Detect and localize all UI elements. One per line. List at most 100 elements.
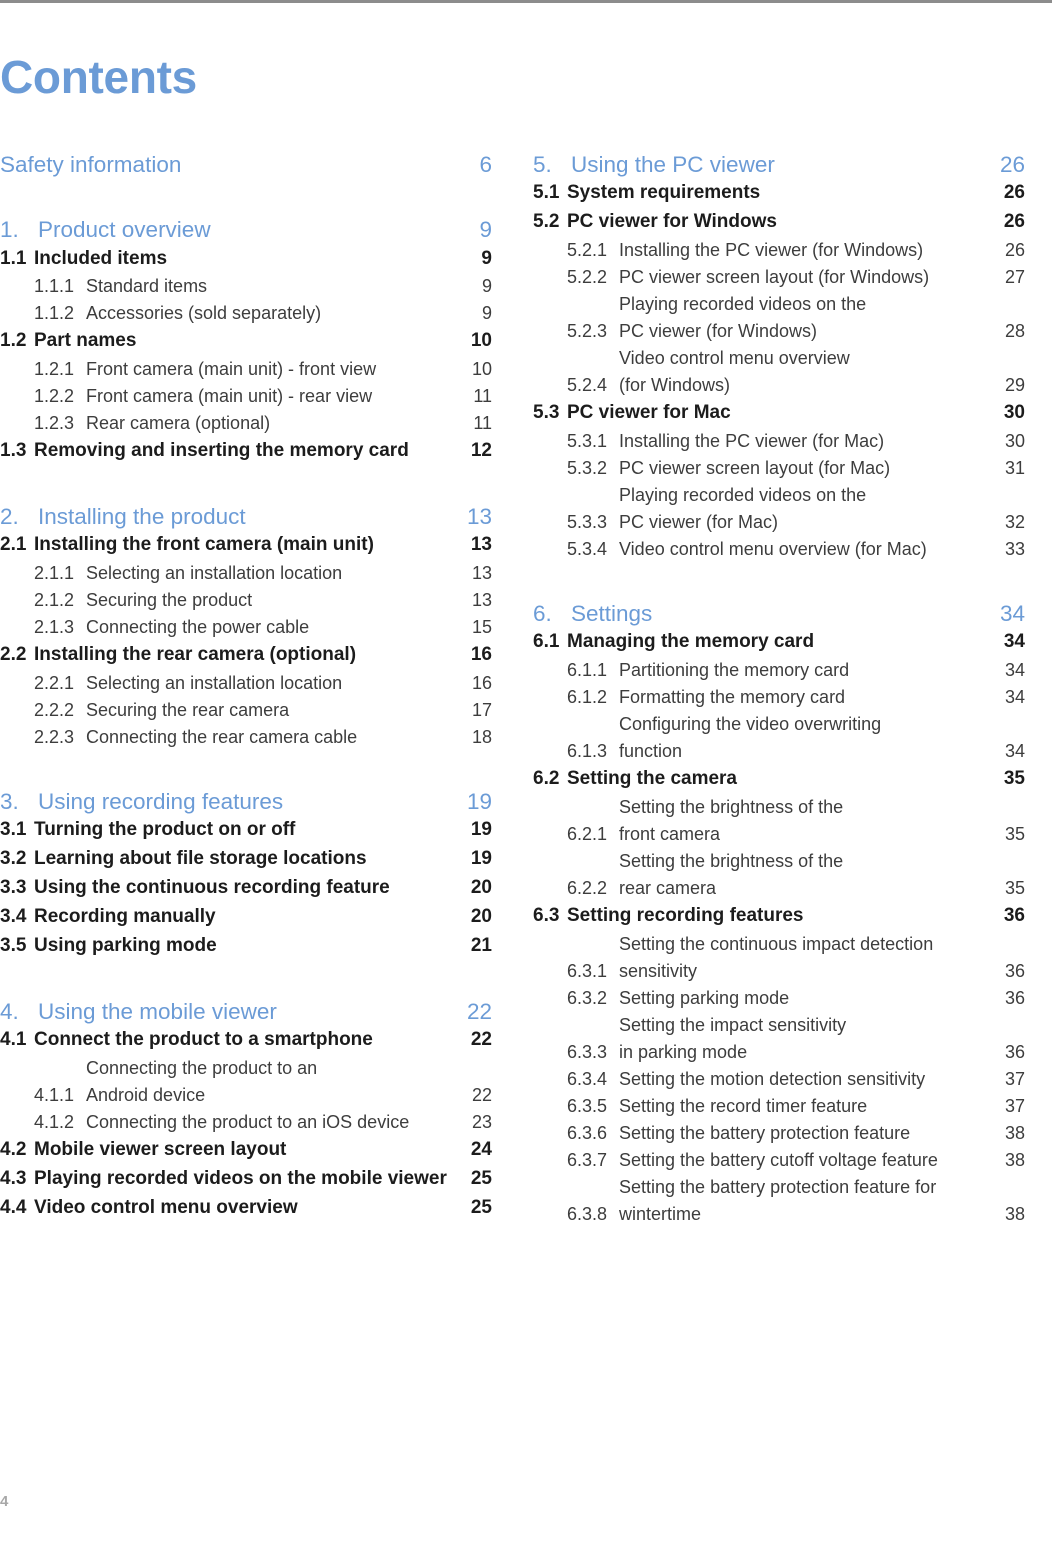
toc-entry-label: Securing the product xyxy=(86,587,466,614)
toc-entry-level-3[interactable]: 2.1.1 Selecting an installation location 1… xyxy=(0,560,492,587)
toc-entry-page-number: 29 xyxy=(1004,375,1025,395)
toc-entry-level-3[interactable]: 6.2.1 Setting the brightness of the front … xyxy=(533,794,1025,848)
toc-entry-label-line1: Formatting the memory card xyxy=(619,687,846,707)
toc-entry-level-3[interactable]: 6.3.5 Setting the record timer feature 37 xyxy=(533,1093,1025,1120)
toc-entry-level-3[interactable]: 1.2.1 Front camera (main unit) - front vi… xyxy=(0,356,492,383)
toc-entry-page-number: 38 xyxy=(1004,1203,1025,1224)
toc-entry-level-2[interactable]: 1.2 Part names 10 xyxy=(0,327,492,356)
toc-entry-number: 5.2.2 xyxy=(567,267,608,287)
toc-entry-label-line1: Configuring the video overwriting xyxy=(619,714,882,734)
toc-entry-level-1[interactable]: 4. Using the mobile viewer 22 xyxy=(0,997,492,1026)
toc-entry-level-2[interactable]: 3.5 Using parking mode 21 xyxy=(0,932,492,961)
toc-entry-page-number: 36 xyxy=(1004,1041,1025,1062)
toc-entry-page-number: 21 xyxy=(470,934,492,956)
toc-entry-label: Setting the brightness of the front camer… xyxy=(619,794,999,848)
toc-entry-level-3[interactable]: 2.2.3 Connecting the rear camera cable 18 xyxy=(0,724,492,751)
toc-entry-label: PC viewer screen layout (for Windows) xyxy=(619,264,999,291)
toc-entry-number: 1.2.2 xyxy=(34,386,75,407)
toc-entry-level-1[interactable]: 6. Settings 34 xyxy=(533,599,1025,628)
toc-entry-level-2[interactable]: 1.1 Included items 9 xyxy=(0,245,492,274)
toc-entry-label-line1: Setting the brightness of the xyxy=(619,796,844,817)
toc-entry-number: 4.1.2 xyxy=(34,1111,75,1132)
toc-entry-level-3[interactable]: 5.3.4 Video control menu overview (for Ma… xyxy=(533,536,1025,563)
toc-entry-level-2[interactable]: 3.2 Learning about file storage locations… xyxy=(0,845,492,874)
toc-entry-level-2[interactable]: 4.2 Mobile viewer screen layout 24 xyxy=(0,1136,492,1165)
toc-entry-label-line1: Securing the product xyxy=(86,590,253,611)
toc-entry-level-3[interactable]: 4.1.1 Connecting the product to an Android… xyxy=(0,1055,492,1109)
toc-entry-level-3[interactable]: 2.2.1 Selecting an installation location 1… xyxy=(0,670,492,697)
toc-entry-page-number: 9 xyxy=(481,247,492,269)
toc-entry-level-3[interactable]: 5.2.1 Installing the PC viewer (for Windo… xyxy=(533,237,1025,264)
toc-entry-level-3[interactable]: 6.1.3 Configuring the video overwriting fu… xyxy=(533,711,1025,765)
toc-entry-level-3[interactable]: 6.1.1 Partitioning the memory card 34 xyxy=(533,657,1025,684)
toc-entry-level-3[interactable]: 6.2.2 Setting the brightness of the rear c… xyxy=(533,848,1025,902)
toc-entry-level-3[interactable]: 1.2.2 Front camera (main unit) - rear vie… xyxy=(0,383,492,410)
toc-entry-level-3[interactable]: 5.2.3 Playing recorded videos on the PC vi… xyxy=(533,291,1025,345)
toc-entry-level-2[interactable]: 4.4 Video control menu overview 25 xyxy=(0,1194,492,1223)
toc-entry-level-3[interactable]: 4.1.2 Connecting the product to an iOS de… xyxy=(0,1109,492,1136)
toc-entry-level-3[interactable]: 6.3.8 Setting the battery protection feat… xyxy=(533,1174,1025,1228)
toc-entry-level-1[interactable]: 3. Using recording features 19 xyxy=(0,787,492,816)
toc-column-left: Safety information 6 1. Product overview 9 1.… xyxy=(0,150,492,1228)
toc-entry-page-number: 27 xyxy=(1004,267,1025,287)
toc-entry-number: 1.1 xyxy=(0,247,27,269)
toc-entry-level-2[interactable]: 6.2 Setting the camera 35 xyxy=(533,765,1025,794)
toc-entry-level-3[interactable]: 2.1.3 Connecting the power cable 15 xyxy=(0,614,492,641)
toc-entry-level-2[interactable]: 6.1 Managing the memory card 34 xyxy=(533,628,1025,657)
toc-entry-page-number: 18 xyxy=(471,727,492,748)
toc-entry-level-2[interactable]: 2.2 Installing the rear camera (optional)… xyxy=(0,641,492,670)
toc-entry-page-number: 22 xyxy=(470,1029,492,1050)
toc-entry-level-3[interactable]: 6.3.7 Setting the battery cutoff voltage … xyxy=(533,1147,1025,1174)
toc-entry-label-line1: Setting the continuous impact detection xyxy=(619,933,934,954)
toc-entry-label: Using parking mode xyxy=(34,932,462,961)
toc-entry-label: PC viewer screen layout (for Mac) xyxy=(619,455,999,482)
toc-entry-level-3[interactable]: 1.2.3 Rear camera (optional) 11 xyxy=(0,410,492,437)
toc-entry-label-line1: Connect the product to a smartphone xyxy=(34,1029,373,1050)
toc-entry-level-2[interactable]: 4.3 Playing recorded videos on the mobile… xyxy=(0,1165,492,1194)
toc-entry-level-3[interactable]: 5.3.2 PC viewer screen layout (for Mac) 31 xyxy=(533,455,1025,482)
toc-entry-level-3[interactable]: 6.3.2 Setting parking mode 36 xyxy=(533,985,1025,1012)
toc-entry-level-1[interactable]: 5. Using the PC viewer 26 xyxy=(533,150,1025,179)
toc-entry-level-3[interactable]: 5.2.4 Video control menu overview (for Win… xyxy=(533,345,1025,399)
toc-entry-label-line1: Video control menu overview xyxy=(34,1196,298,1218)
toc-entry-level-3[interactable]: 6.3.6 Setting the battery protection feat… xyxy=(533,1120,1025,1147)
toc-entry-page-number: 26 xyxy=(1003,211,1025,233)
toc-entry-level-2[interactable]: 3.3 Using the continuous recording featur… xyxy=(0,874,492,903)
contents-page: Contents Safety information 6 1. Product ov… xyxy=(0,0,1052,1541)
toc-entry-level-3[interactable]: 5.2.2 PC viewer screen layout (for Window… xyxy=(533,264,1025,291)
toc-entry-level-2[interactable]: 5.2 PC viewer for Windows 26 xyxy=(533,208,1025,237)
toc-entry-page-number: 34 xyxy=(1003,631,1025,653)
toc-entry-level-0[interactable]: Safety information 6 xyxy=(0,150,492,179)
toc-entry-level-2[interactable]: 1.3 Removing and inserting the memory car… xyxy=(0,437,492,466)
toc-entry-label-line2: front camera xyxy=(619,823,721,844)
toc-entry-level-3[interactable]: 6.1.2 Formatting the memory card 34 xyxy=(533,684,1025,711)
toc-entry-level-2[interactable]: 6.3 Setting recording features 36 xyxy=(533,902,1025,931)
toc-entry-level-1[interactable]: 1. Product overview 9 xyxy=(0,215,492,244)
toc-entry-level-2[interactable]: 5.3 PC viewer for Mac 30 xyxy=(533,399,1025,428)
toc-entry-level-3[interactable]: 5.3.1 Installing the PC viewer (for Mac) 3… xyxy=(533,428,1025,455)
toc-entry-level-3[interactable]: 6.3.4 Setting the motion detection sensit… xyxy=(533,1066,1025,1093)
toc-entry-level-3[interactable]: 6.3.1 Setting the continuous impact detec… xyxy=(533,931,1025,985)
toc-entry-label-line2: PC viewer (for Mac) xyxy=(619,511,779,532)
toc-entry-level-3[interactable]: 6.3.3 Setting the impact sensitivity in pa… xyxy=(533,1012,1025,1066)
toc-entry-level-2[interactable]: 5.1 System requirements 26 xyxy=(533,179,1025,208)
toc-entry-page-number: 11 xyxy=(473,386,492,407)
toc-entry-level-2[interactable]: 3.1 Turning the product on or off 19 xyxy=(0,816,492,845)
toc-columns: Safety information 6 1. Product overview 9 1.… xyxy=(0,150,1052,1228)
toc-entry-level-3[interactable]: 2.1.2 Securing the product 13 xyxy=(0,587,492,614)
toc-entry-level-3[interactable]: 2.2.2 Securing the rear camera 17 xyxy=(0,697,492,724)
toc-entry-label: Selecting an installation location xyxy=(86,560,466,587)
toc-entry-level-2[interactable]: 2.1 Installing the front camera (main uni… xyxy=(0,531,492,560)
toc-entry-page-number: 15 xyxy=(471,617,492,638)
toc-entry-level-3[interactable]: 5.3.3 Playing recorded videos on the PC vi… xyxy=(533,482,1025,536)
toc-entry-label-line1: PC viewer screen layout (for Windows) xyxy=(619,267,930,287)
toc-entry-level-3[interactable]: 1.1.1 Standard items 9 xyxy=(0,273,492,300)
toc-entry-level-3[interactable]: 1.1.2 Accessories (sold separately) 9 xyxy=(0,300,492,327)
toc-entry-page-number: 26 xyxy=(999,152,1025,177)
toc-entry-number: 5.3.2 xyxy=(567,457,608,478)
toc-entry-level-1[interactable]: 2. Installing the product 13 xyxy=(0,502,492,531)
toc-entry-level-2[interactable]: 4.1 Connect the product to a smartphone 22 xyxy=(0,1026,492,1055)
toc-entry-label: Setting the motion detection sensitivity xyxy=(619,1066,999,1093)
toc-entry-level-2[interactable]: 3.4 Recording manually 20 xyxy=(0,903,492,932)
